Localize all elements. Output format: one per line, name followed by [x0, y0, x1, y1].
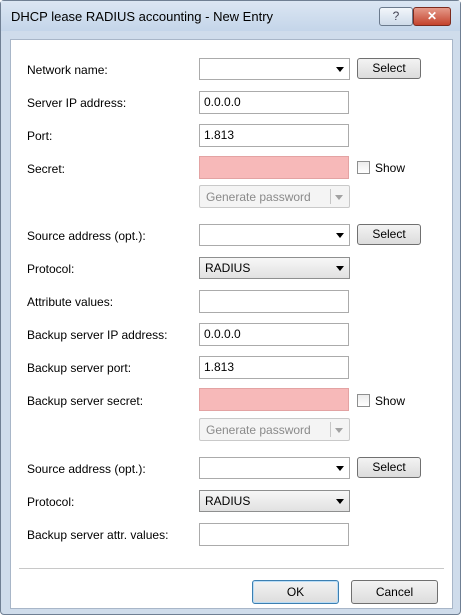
backup-protocol-value: RADIUS [205, 494, 251, 508]
chevron-down-icon [336, 266, 344, 271]
generate-password-label: Generate password [206, 190, 311, 204]
close-icon: ✕ [426, 9, 438, 23]
dialog-window: DHCP lease RADIUS accounting - New Entry… [0, 0, 461, 615]
backup-server-secret-label: Backup server secret: [27, 394, 144, 408]
generate-password-button[interactable]: Generate password [199, 185, 350, 208]
port-input[interactable]: 1.813 [199, 124, 349, 147]
network-name-label: Network name: [27, 63, 108, 77]
split-divider [330, 189, 331, 204]
backup-server-ip-input[interactable]: 0.0.0.0 [199, 323, 349, 346]
source-address-select-button[interactable]: Select [357, 224, 421, 245]
chevron-down-icon [336, 466, 344, 471]
show-backup-secret-checkbox[interactable] [357, 394, 370, 407]
chevron-down-icon [336, 499, 344, 504]
attribute-values-input[interactable] [199, 290, 349, 313]
dialog-body: Network name: Select Server IP address: … [10, 39, 453, 609]
secret-input[interactable] [199, 156, 349, 179]
chevron-down-icon [335, 195, 343, 200]
port-label: Port: [27, 129, 53, 143]
chevron-down-icon [336, 233, 344, 238]
secret-label: Secret: [27, 162, 66, 176]
footer-divider [19, 568, 444, 569]
backup-server-secret-input[interactable] [199, 388, 349, 411]
close-button[interactable]: ✕ [413, 7, 451, 26]
backup-attr-values-input[interactable] [199, 523, 349, 546]
server-ip-input[interactable]: 0.0.0.0 [199, 91, 349, 114]
protocol-label: Protocol: [27, 262, 75, 276]
backup-attr-values-label: Backup server attr. values: [27, 528, 169, 542]
backup-server-port-label: Backup server port: [27, 361, 132, 375]
show-secret-checkbox[interactable] [357, 161, 370, 174]
network-name-dropdown[interactable] [199, 58, 350, 80]
help-button[interactable]: ? [379, 7, 413, 26]
cancel-button[interactable]: Cancel [351, 580, 438, 604]
backup-server-ip-label: Backup server IP address: [27, 328, 168, 342]
backup-server-port-input[interactable]: 1.813 [199, 356, 349, 379]
source-address-dropdown[interactable] [199, 224, 350, 246]
protocol-dropdown[interactable]: RADIUS [199, 257, 350, 279]
show-secret-label: Show [375, 161, 406, 175]
split-divider [330, 422, 331, 437]
backup-source-address-label: Source address (opt.): [27, 462, 146, 476]
generate-password-label: Generate password [206, 423, 311, 437]
attribute-values-label: Attribute values: [27, 295, 114, 309]
protocol-value: RADIUS [205, 261, 251, 275]
backup-protocol-label: Protocol: [27, 495, 75, 509]
server-ip-label: Server IP address: [27, 96, 127, 110]
source-address-label: Source address (opt.): [27, 229, 146, 243]
backup-source-address-dropdown[interactable] [199, 457, 350, 479]
show-backup-secret-label: Show [375, 394, 406, 408]
ok-button[interactable]: OK [252, 580, 339, 604]
window-title: DHCP lease RADIUS accounting - New Entry [11, 9, 274, 24]
help-icon: ? [392, 9, 400, 23]
backup-protocol-dropdown[interactable]: RADIUS [199, 490, 350, 512]
generate-backup-password-button[interactable]: Generate password [199, 418, 350, 441]
network-name-select-button[interactable]: Select [357, 58, 421, 79]
chevron-down-icon [336, 67, 344, 72]
title-bar[interactable]: DHCP lease RADIUS accounting - New Entry… [1, 1, 460, 31]
chevron-down-icon [335, 428, 343, 433]
backup-source-address-select-button[interactable]: Select [357, 457, 421, 478]
